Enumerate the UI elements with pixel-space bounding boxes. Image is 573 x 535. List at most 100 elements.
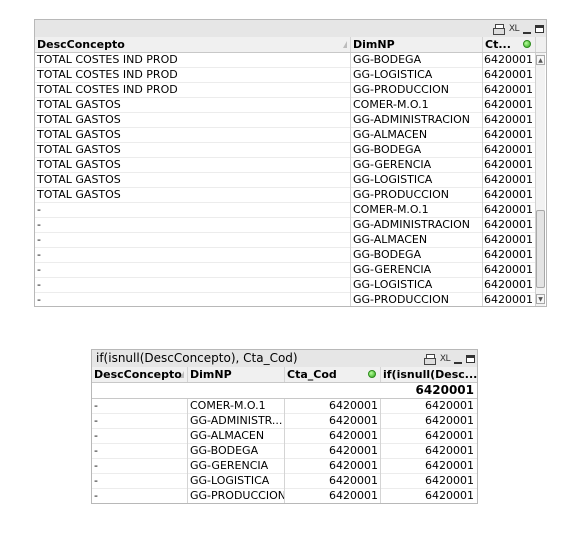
cell-cta[interactable]: 6420001 xyxy=(483,233,536,247)
table-row[interactable]: - GG-LOGISTICA 6420001 xyxy=(35,278,536,293)
straight-table-2[interactable]: if(isnull(DescConcepto), Cta_Cod) XL Des… xyxy=(91,349,478,504)
cell-cta[interactable]: 6420001 xyxy=(483,188,536,202)
column-header-descconcepto[interactable]: DescConcepto xyxy=(35,37,351,52)
minimize-icon[interactable] xyxy=(523,31,531,34)
cell-dimnp[interactable]: GG-LOGISTICA xyxy=(188,474,285,488)
cell-cta-cod[interactable]: 6420001 xyxy=(285,489,381,503)
table-row[interactable]: - GG-BODEGA 6420001 xyxy=(35,248,536,263)
cell-cta-cod[interactable]: 6420001 xyxy=(285,444,381,458)
cell-cta[interactable]: 6420001 xyxy=(483,203,536,217)
cell-descconcepto[interactable]: TOTAL GASTOS xyxy=(35,173,351,187)
cell-dimnp[interactable]: GG-PRODUCCION xyxy=(351,83,483,97)
cell-cta-cod[interactable]: 6420001 xyxy=(285,459,381,473)
cell-descconcepto[interactable]: - xyxy=(92,429,188,443)
cell-dimnp[interactable]: GG-BODEGA xyxy=(188,444,285,458)
cell-cta[interactable]: 6420001 xyxy=(483,53,536,67)
cell-dimnp[interactable]: GG-PRODUCCION xyxy=(188,489,285,503)
column-header-cta-cod[interactable]: Cta_Cod xyxy=(285,367,381,382)
cell-cta-cod[interactable]: 6420001 xyxy=(285,399,381,413)
cell-cta[interactable]: 6420001 xyxy=(483,278,536,292)
cell-cta[interactable]: 6420001 xyxy=(483,173,536,187)
cell-cta[interactable]: 6420001 xyxy=(483,83,536,97)
cell-descconcepto[interactable]: - xyxy=(92,489,188,503)
cell-dimnp[interactable]: GG-LOGISTICA xyxy=(351,278,483,292)
column-header-dimnp[interactable]: DimNP xyxy=(188,367,285,382)
cell-dimnp[interactable]: GG-ALMACEN xyxy=(188,429,285,443)
cell-dimnp[interactable]: COMER-M.O.1 xyxy=(188,399,285,413)
cell-if-isnull[interactable]: 6420001 xyxy=(381,429,477,443)
table1-vertical-scrollbar[interactable]: ▲ ▼ xyxy=(535,53,545,306)
cell-descconcepto[interactable]: - xyxy=(92,414,188,428)
print-icon[interactable] xyxy=(492,23,505,35)
cell-descconcepto[interactable]: - xyxy=(92,399,188,413)
cell-descconcepto[interactable]: TOTAL GASTOS xyxy=(35,188,351,202)
scroll-up-icon[interactable]: ▲ xyxy=(536,55,545,65)
cell-descconcepto[interactable]: TOTAL GASTOS xyxy=(35,113,351,127)
cell-cta[interactable]: 6420001 xyxy=(483,143,536,157)
cell-descconcepto[interactable]: - xyxy=(35,203,351,217)
cell-dimnp[interactable]: GG-ADMINISTR... xyxy=(188,414,285,428)
cell-cta[interactable]: 6420001 xyxy=(483,128,536,142)
cell-dimnp[interactable]: COMER-M.O.1 xyxy=(351,203,483,217)
cell-dimnp[interactable]: GG-GERENCIA xyxy=(351,158,483,172)
cell-descconcepto[interactable]: TOTAL GASTOS xyxy=(35,128,351,142)
column-header-dimnp[interactable]: DimNP xyxy=(351,37,483,52)
xl-export-icon[interactable]: XL xyxy=(440,352,451,365)
cell-dimnp[interactable]: GG-GERENCIA xyxy=(351,263,483,277)
column-header-cta[interactable]: Ct... xyxy=(483,37,536,52)
table-row[interactable]: TOTAL GASTOS GG-GERENCIA 6420001 xyxy=(35,158,536,173)
cell-cta-cod[interactable]: 6420001 xyxy=(285,429,381,443)
cell-if-isnull[interactable]: 6420001 xyxy=(381,489,477,503)
minimize-icon[interactable] xyxy=(454,361,462,364)
cell-dimnp[interactable]: GG-BODEGA xyxy=(351,248,483,262)
cell-descconcepto[interactable]: - xyxy=(35,293,351,306)
maximize-icon[interactable] xyxy=(535,24,544,33)
table-row[interactable]: TOTAL GASTOS GG-BODEGA 6420001 xyxy=(35,143,536,158)
cell-dimnp[interactable]: GG-PRODUCCION xyxy=(351,293,483,306)
cell-if-isnull[interactable]: 6420001 xyxy=(381,474,477,488)
cell-if-isnull[interactable]: 6420001 xyxy=(381,399,477,413)
cell-cta-cod[interactable]: 6420001 xyxy=(285,474,381,488)
xl-export-icon[interactable]: XL xyxy=(509,22,520,35)
table-row[interactable]: - GG-ADMINISTRACION 6420001 xyxy=(35,218,536,233)
table-row[interactable]: - COMER-M.O.1 6420001 xyxy=(35,203,536,218)
cell-cta[interactable]: 6420001 xyxy=(483,68,536,82)
scrollbar-thumb[interactable] xyxy=(536,210,545,288)
cell-cta[interactable]: 6420001 xyxy=(483,263,536,277)
table-row[interactable]: TOTAL COSTES IND PROD GG-LOGISTICA 6420001 xyxy=(35,68,536,83)
cell-dimnp[interactable]: GG-BODEGA xyxy=(351,53,483,67)
cell-descconcepto[interactable]: TOTAL GASTOS xyxy=(35,98,351,112)
table-row[interactable]: TOTAL GASTOS GG-LOGISTICA 6420001 xyxy=(35,173,536,188)
cell-descconcepto[interactable]: - xyxy=(35,263,351,277)
maximize-icon[interactable] xyxy=(466,354,475,363)
table-row[interactable]: TOTAL GASTOS GG-ADMINISTRACION 6420001 xyxy=(35,113,536,128)
cell-dimnp[interactable]: GG-BODEGA xyxy=(351,143,483,157)
cell-dimnp[interactable]: GG-GERENCIA xyxy=(188,459,285,473)
cell-dimnp[interactable]: GG-ADMINISTRACION xyxy=(351,218,483,232)
straight-table-1[interactable]: XL DescConcepto DimNP Ct... TOTAL COSTES… xyxy=(34,19,547,307)
cell-cta[interactable]: 6420001 xyxy=(483,113,536,127)
cell-descconcepto[interactable]: - xyxy=(92,459,188,473)
cell-cta[interactable]: 6420001 xyxy=(483,293,536,306)
cell-dimnp[interactable]: COMER-M.O.1 xyxy=(351,98,483,112)
table-row[interactable]: - GG-GERENCIA 6420001 xyxy=(35,263,536,278)
table2-caption-bar[interactable]: if(isnull(DescConcepto), Cta_Cod) XL xyxy=(92,350,477,368)
cell-descconcepto[interactable]: TOTAL COSTES IND PROD xyxy=(35,53,351,67)
cell-if-isnull[interactable]: 6420001 xyxy=(381,414,477,428)
cell-dimnp[interactable]: GG-ALMACEN xyxy=(351,128,483,142)
table-row[interactable]: TOTAL GASTOS GG-PRODUCCION 6420001 xyxy=(35,188,536,203)
cell-cta[interactable]: 6420001 xyxy=(483,158,536,172)
scroll-down-icon[interactable]: ▼ xyxy=(536,294,545,304)
table-row[interactable]: TOTAL COSTES IND PROD GG-PRODUCCION 642000… xyxy=(35,83,536,98)
column-header-descconcepto[interactable]: DescConcepto xyxy=(92,367,188,382)
cell-descconcepto[interactable]: - xyxy=(35,248,351,262)
table-row[interactable]: - GG-PRODUCCION 6420001 xyxy=(35,293,536,306)
cell-if-isnull[interactable]: 6420001 xyxy=(381,444,477,458)
print-icon[interactable] xyxy=(423,353,436,365)
cell-descconcepto[interactable]: - xyxy=(92,444,188,458)
cell-descconcepto[interactable]: TOTAL GASTOS xyxy=(35,143,351,157)
cell-cta[interactable]: 6420001 xyxy=(483,98,536,112)
cell-descconcepto[interactable]: TOTAL COSTES IND PROD xyxy=(35,68,351,82)
table1-caption-bar[interactable]: XL xyxy=(35,20,546,38)
table-row[interactable]: - GG-ALMACEN 6420001 xyxy=(35,233,536,248)
